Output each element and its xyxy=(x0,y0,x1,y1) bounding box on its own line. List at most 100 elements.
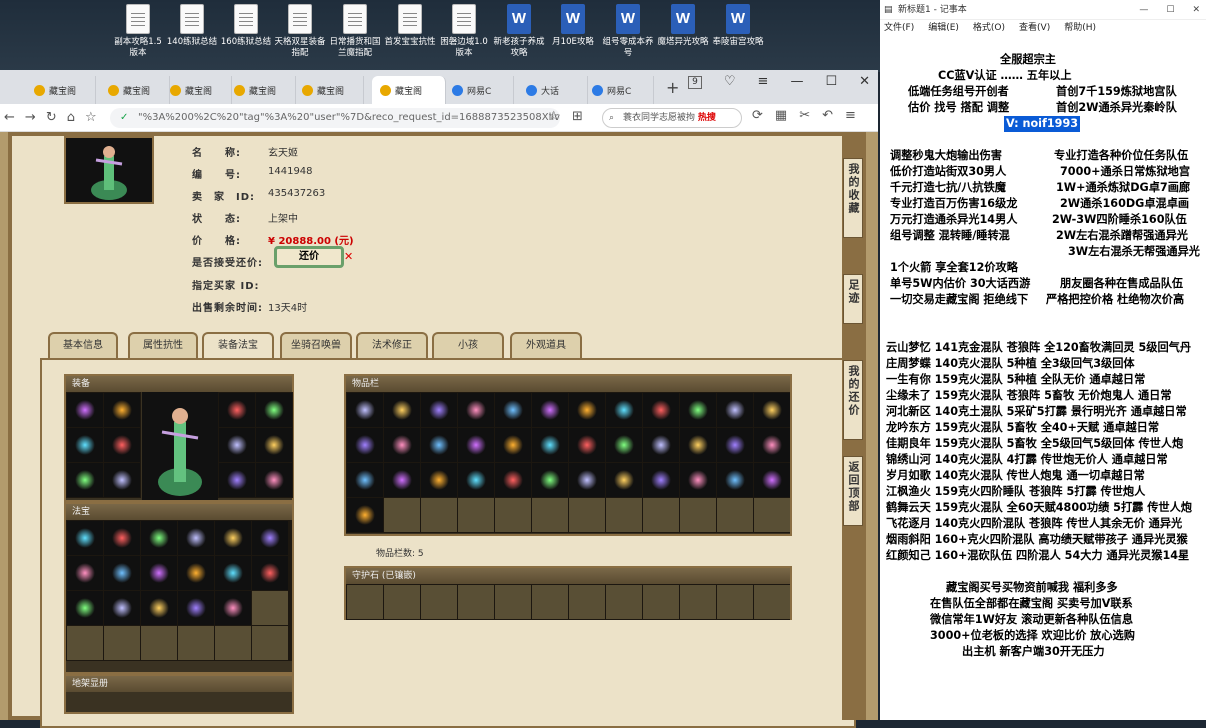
item-slot-filled[interactable] xyxy=(754,463,790,497)
item-slot-empty[interactable] xyxy=(532,585,568,619)
search-box[interactable]: ⌕ 蓑衣同学志愿被拘 热搜 xyxy=(602,108,742,128)
notepad-menu-item[interactable]: 帮助(H) xyxy=(1064,20,1096,36)
desktop-icon[interactable]: 160练狱总结 xyxy=(218,4,274,48)
item-slot-empty[interactable] xyxy=(215,626,251,660)
browser-tab[interactable]: 藏宝阁 xyxy=(26,76,96,104)
item-slot-empty[interactable] xyxy=(421,498,457,532)
extensions-icon[interactable]: ⊞ xyxy=(572,109,583,124)
item-slot-empty[interactable] xyxy=(495,585,531,619)
detail-tab[interactable]: 坐骑召唤兽 xyxy=(280,332,352,360)
address-bar[interactable]: ✓ "%3A%200%2C%20"tag"%3A%20"user"%7D&reco… xyxy=(110,108,560,128)
item-slot-filled[interactable] xyxy=(104,521,140,555)
item-slot-filled[interactable] xyxy=(104,591,140,625)
favorite-star-icon[interactable]: ☆ xyxy=(548,109,560,124)
item-slot-filled[interactable] xyxy=(569,393,605,427)
item-slot-filled[interactable] xyxy=(219,393,255,427)
detail-tab[interactable]: 装备法宝 xyxy=(202,332,274,360)
item-slot-empty[interactable] xyxy=(495,498,531,532)
item-slot-filled[interactable] xyxy=(458,428,494,462)
item-slot-filled[interactable] xyxy=(754,393,790,427)
item-slot-filled[interactable] xyxy=(680,428,716,462)
item-slot-empty[interactable] xyxy=(717,498,753,532)
desktop-icon[interactable]: 日常播货和国兰魔指配 xyxy=(327,4,383,59)
item-slot-filled[interactable] xyxy=(141,591,177,625)
item-slot-empty[interactable] xyxy=(643,585,679,619)
item-slot-empty[interactable] xyxy=(717,585,753,619)
browser-tab[interactable]: 藏宝阁 xyxy=(100,76,170,104)
refresh-icon[interactable]: ⟳ xyxy=(752,108,763,123)
detail-tab[interactable]: 外观道具 xyxy=(510,332,582,360)
browser-tab[interactable]: 藏宝阁 xyxy=(226,76,296,104)
minimize-button[interactable]: — xyxy=(1139,0,1148,20)
desktop-icon[interactable]: 困磐边域1.0版本 xyxy=(436,4,492,59)
desktop-icon[interactable]: W 月10E攻略 xyxy=(545,4,601,48)
item-slot-empty[interactable] xyxy=(252,626,288,660)
item-slot-filled[interactable] xyxy=(67,463,103,497)
back-icon[interactable]: ← xyxy=(4,110,15,125)
item-slot-empty[interactable] xyxy=(569,585,605,619)
browser-tab[interactable]: 藏宝阁 xyxy=(372,76,446,104)
sidebar-favorites[interactable]: 我的收藏 xyxy=(843,158,863,238)
desktop-icon[interactable]: 140练狱总结 xyxy=(164,4,220,48)
item-slot-empty[interactable] xyxy=(606,498,642,532)
browser-tab[interactable]: 网易C xyxy=(584,76,654,104)
item-slot-filled[interactable] xyxy=(717,463,753,497)
item-slot-filled[interactable] xyxy=(384,393,420,427)
item-slot-filled[interactable] xyxy=(495,393,531,427)
menu-icon[interactable]: ≡ xyxy=(845,108,856,123)
item-slot-filled[interactable] xyxy=(256,393,292,427)
item-slot-filled[interactable] xyxy=(256,463,292,497)
item-slot-empty[interactable] xyxy=(569,498,605,532)
item-slot-empty[interactable] xyxy=(458,498,494,532)
item-slot-filled[interactable] xyxy=(680,463,716,497)
shirt-icon[interactable]: ♡ xyxy=(724,74,736,89)
item-slot-filled[interactable] xyxy=(421,393,457,427)
item-slot-filled[interactable] xyxy=(717,393,753,427)
detail-tab[interactable]: 属性抗性 xyxy=(128,332,198,360)
item-slot-empty[interactable] xyxy=(754,498,790,532)
grid-icon[interactable]: ▦ xyxy=(775,108,787,123)
forward-icon[interactable]: → xyxy=(25,110,36,125)
item-slot-filled[interactable] xyxy=(104,463,140,497)
maximize-button[interactable]: ☐ xyxy=(1166,0,1174,20)
item-slot-filled[interactable] xyxy=(458,463,494,497)
item-slot-empty[interactable] xyxy=(252,591,288,625)
maximize-button[interactable]: ☐ xyxy=(825,74,837,89)
home-icon[interactable]: ⌂ xyxy=(67,110,75,125)
new-tab-button[interactable]: + xyxy=(666,78,679,97)
browser-tab[interactable]: 藏宝阁 xyxy=(294,76,364,104)
item-slot-empty[interactable] xyxy=(680,585,716,619)
item-slot-filled[interactable] xyxy=(643,393,679,427)
item-slot-filled[interactable] xyxy=(569,463,605,497)
item-slot-filled[interactable] xyxy=(347,393,383,427)
browser-tab[interactable]: 网易C xyxy=(444,76,514,104)
close-button[interactable]: ✕ xyxy=(859,74,870,89)
item-slot-filled[interactable] xyxy=(178,521,214,555)
detail-tab[interactable]: 法术修正 xyxy=(356,332,428,360)
item-slot-filled[interactable] xyxy=(215,521,251,555)
item-slot-filled[interactable] xyxy=(104,393,140,427)
notepad-menu-item[interactable]: 编辑(E) xyxy=(928,20,959,36)
item-slot-filled[interactable] xyxy=(384,463,420,497)
close-button[interactable]: ✕ xyxy=(1192,0,1200,20)
detail-tab[interactable]: 小孩 xyxy=(432,332,504,360)
item-slot-filled[interactable] xyxy=(67,556,103,590)
item-slot-filled[interactable] xyxy=(219,463,255,497)
item-slot-filled[interactable] xyxy=(104,428,140,462)
item-slot-filled[interactable] xyxy=(347,463,383,497)
item-slot-filled[interactable] xyxy=(141,556,177,590)
item-slot-filled[interactable] xyxy=(384,428,420,462)
item-slot-filled[interactable] xyxy=(569,428,605,462)
item-slot-filled[interactable] xyxy=(141,521,177,555)
desktop-icon[interactable]: W 新老孩子养成攻略 xyxy=(491,4,547,59)
item-slot-filled[interactable] xyxy=(252,521,288,555)
desktop-icon[interactable]: W 奉陵宙宫攻略 xyxy=(710,4,766,48)
notepad-text-area[interactable]: 全服超宗主 CC蓝V认证 …… 五年以上 低端任务组号开创者 首创7千159炼狱地宫队… xyxy=(880,40,1206,720)
item-slot-filled[interactable] xyxy=(67,428,103,462)
item-slot-empty[interactable] xyxy=(458,585,494,619)
item-slot-filled[interactable] xyxy=(643,463,679,497)
item-slot-filled[interactable] xyxy=(67,591,103,625)
item-slot-filled[interactable] xyxy=(495,428,531,462)
item-slot-filled[interactable] xyxy=(495,463,531,497)
item-slot-filled[interactable] xyxy=(606,463,642,497)
